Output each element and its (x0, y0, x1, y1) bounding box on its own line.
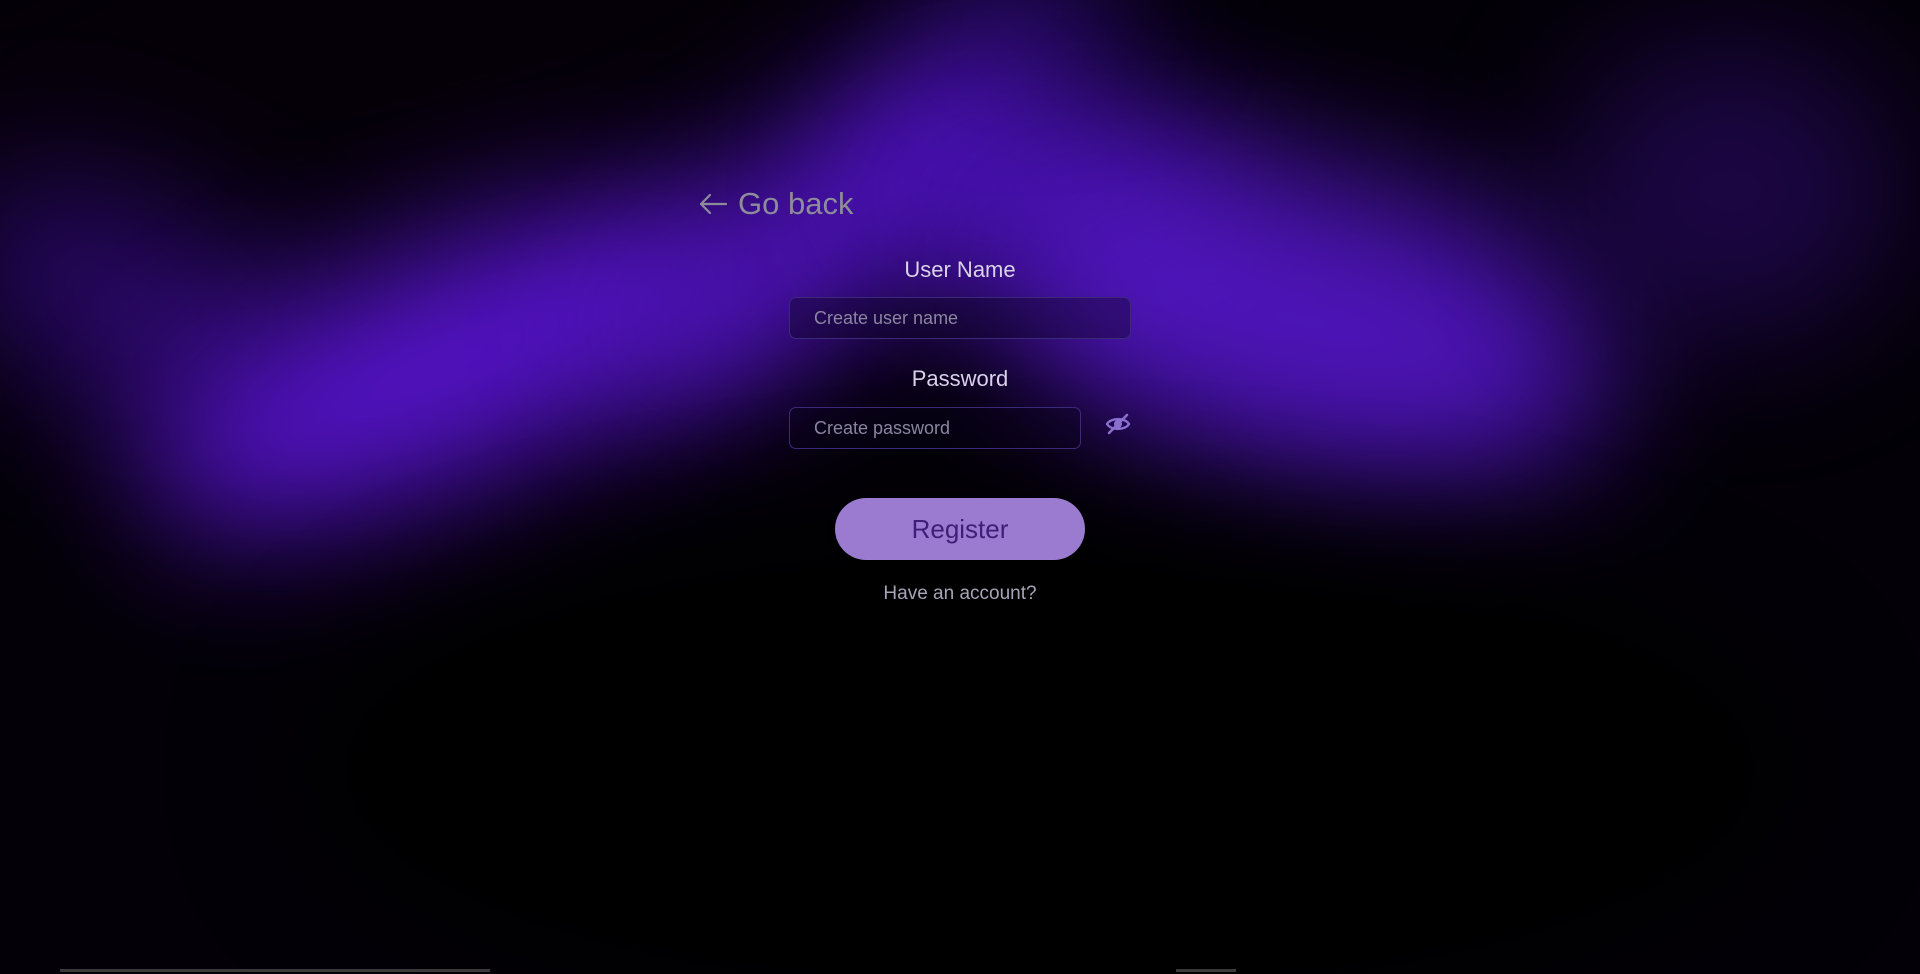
eye-off-icon[interactable] (1104, 410, 1132, 438)
username-input[interactable] (789, 297, 1131, 339)
register-button[interactable]: Register (835, 498, 1085, 560)
have-account-link[interactable]: Have an account? (790, 583, 1130, 605)
go-back-link[interactable]: Go back (698, 182, 853, 226)
password-label: Password (911, 366, 1009, 391)
scrollbar-track[interactable] (60, 969, 490, 972)
username-label: User Name (904, 257, 1016, 282)
arrow-left-icon (698, 192, 728, 216)
go-back-label: Go back (738, 186, 854, 221)
register-page: Go back User Name Password Register Have… (0, 0, 1920, 974)
scrollbar-thumb[interactable] (1176, 969, 1236, 972)
password-input[interactable] (789, 407, 1081, 449)
